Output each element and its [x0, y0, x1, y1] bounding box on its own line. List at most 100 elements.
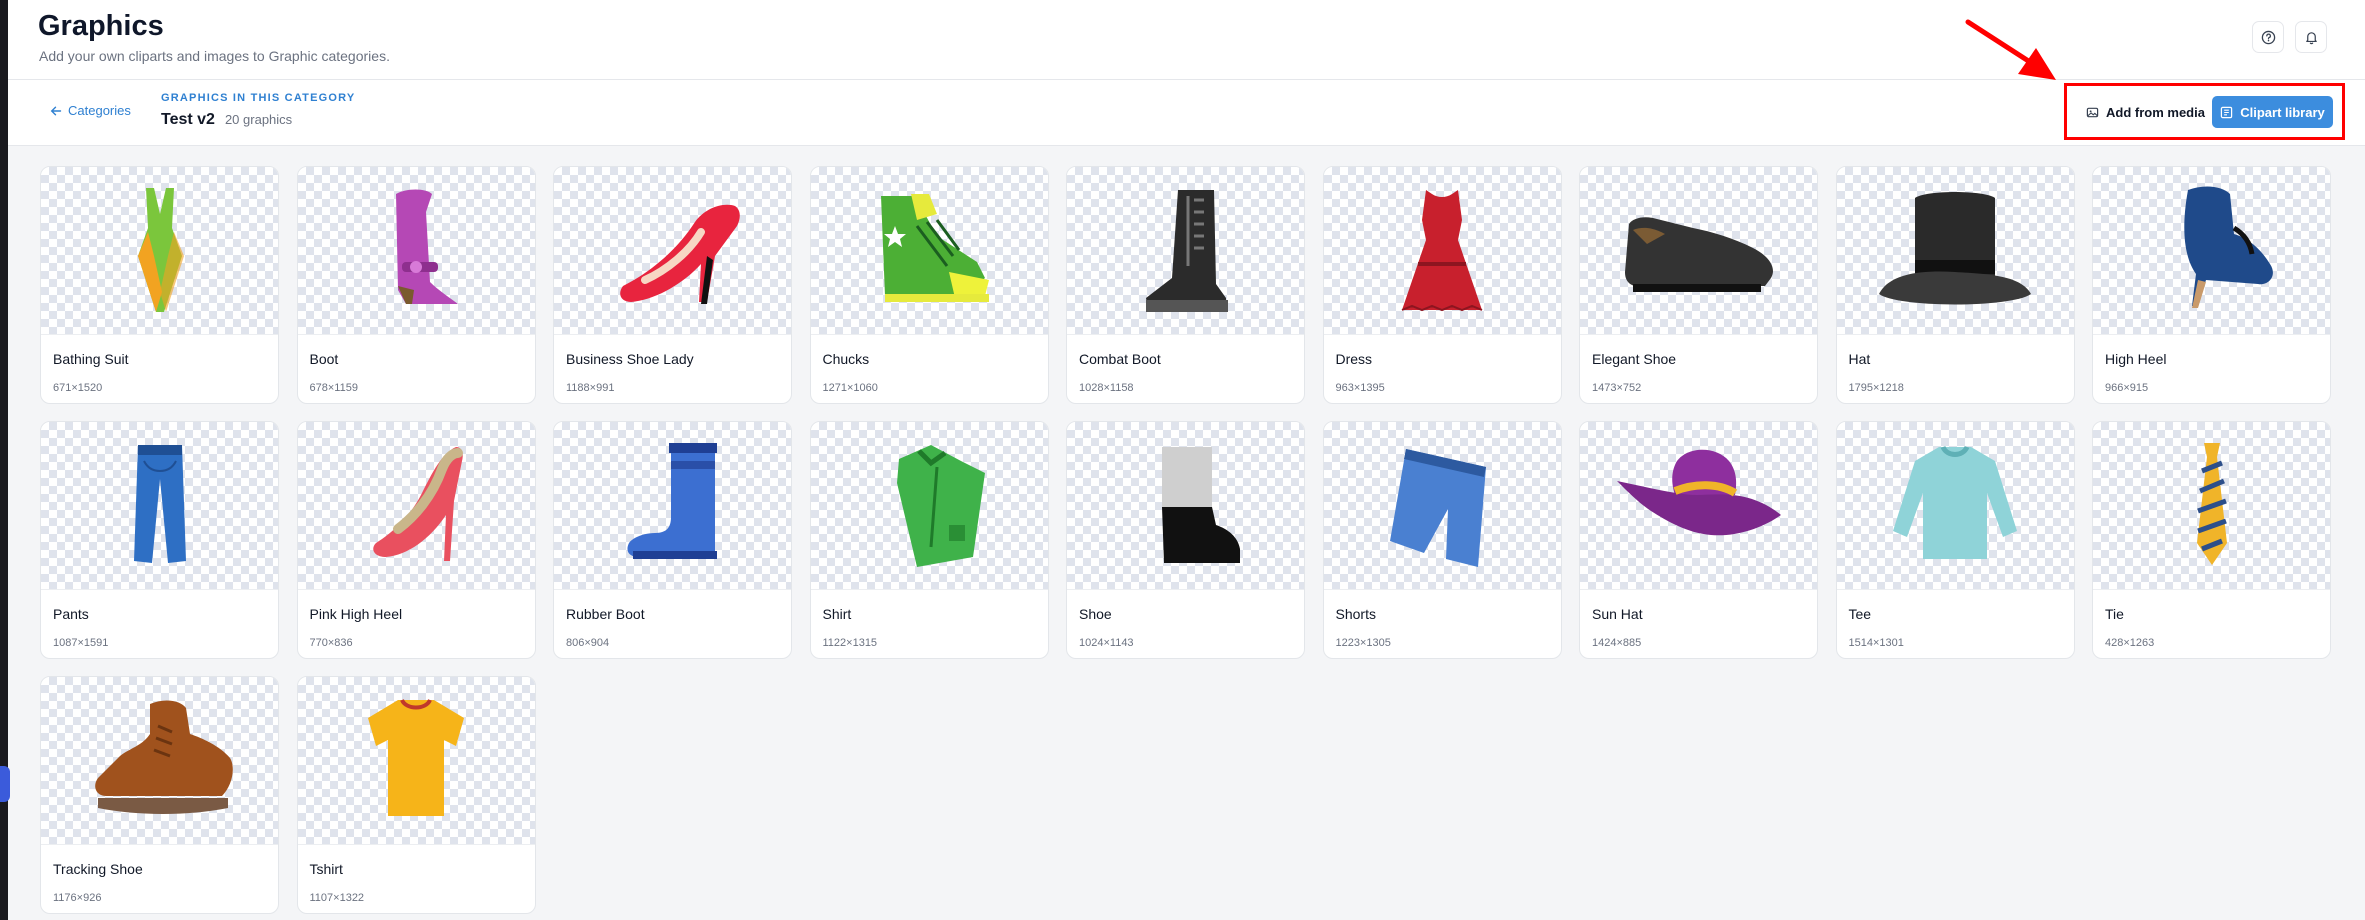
- graphic-thumbnail: [41, 167, 278, 335]
- graphic-name: Business Shoe Lady: [566, 351, 694, 367]
- graphic-thumbnail: [297, 167, 535, 335]
- graphic-name: Tracking Shoe: [53, 861, 143, 877]
- sidebar-toggle-handle[interactable]: [0, 766, 10, 802]
- add-from-media-label: Add from media: [2106, 104, 2205, 120]
- graphic-card[interactable]: Pink High Heel 770×836: [296, 421, 536, 659]
- graphic-dimensions: 1122×1315: [822, 637, 878, 649]
- graphic-name: Pink High Heel: [309, 606, 403, 622]
- graphic-card[interactable]: Bathing Suit 671×1520: [40, 166, 279, 404]
- graphic-name: Rubber Boot: [566, 606, 645, 622]
- graphic-dimensions: 966×915: [2105, 382, 2149, 394]
- pants-icon: [133, 444, 186, 563]
- graphic-card[interactable]: Shoe 1024×1143: [1066, 421, 1305, 659]
- graphic-dimensions: 1024×1143: [1079, 637, 1134, 649]
- graphic-thumbnail: [1323, 167, 1561, 335]
- graphic-thumbnail: [41, 677, 278, 845]
- graphic-dimensions: 1176×926: [53, 892, 102, 904]
- graphic-card[interactable]: High Heel 966×915: [2092, 166, 2331, 404]
- annotation-arrow-icon: [1965, 19, 2056, 80]
- help-button[interactable]: [2252, 21, 2284, 53]
- combat-boot-icon: [1145, 189, 1228, 312]
- graphic-dimensions: 671×1520: [53, 382, 103, 394]
- graphic-thumbnail: [810, 422, 1048, 590]
- graphic-name: Combat Boot: [1079, 351, 1161, 367]
- hat-icon: [1879, 191, 2031, 304]
- graphic-card[interactable]: Tracking Shoe 1176×926: [40, 676, 279, 914]
- graphic-thumbnail: [41, 422, 278, 590]
- graphic-card[interactable]: Elegant Shoe 1473×752: [1579, 166, 1818, 404]
- graphic-thumbnail: [810, 167, 1048, 335]
- graphic-card[interactable]: Pants 1087×1591: [40, 421, 279, 659]
- graphic-thumbnail: [297, 422, 535, 590]
- graphic-name: Tee: [1848, 606, 1872, 622]
- graphic-card[interactable]: Chucks 1271×1060: [809, 166, 1049, 404]
- graphic-dimensions: 428×1263: [2105, 637, 2155, 649]
- graphic-card[interactable]: Rubber Boot 806×904: [553, 421, 792, 659]
- graphic-card[interactable]: Hat 1795×1218: [1835, 166, 2075, 404]
- graphic-name: High Heel: [2105, 351, 2167, 367]
- graphic-card[interactable]: Shirt 1122×1315: [809, 421, 1049, 659]
- graphic-card[interactable]: Tshirt 1107×1322: [296, 676, 536, 914]
- library-icon: [2221, 106, 2233, 118]
- graphics-count: 20 graphics: [224, 112, 293, 127]
- business-shoe-lady-icon: [619, 204, 740, 304]
- bell-icon: [2305, 31, 2317, 44]
- bathing-suit-icon: [137, 187, 184, 312]
- clipart-library-button[interactable]: Clipart library: [2212, 96, 2333, 128]
- graphic-name: Dress: [1335, 351, 1373, 367]
- graphic-name: Shoe: [1079, 606, 1112, 622]
- page-subtitle: Add your own cliparts and images to Grap…: [39, 48, 390, 64]
- page-title: Graphics: [38, 10, 164, 42]
- notifications-button[interactable]: [2295, 21, 2327, 53]
- sun-hat-icon: [1616, 449, 1781, 535]
- back-to-categories-link[interactable]: Categories: [50, 103, 131, 118]
- graphic-dimensions: 1473×752: [1592, 382, 1642, 394]
- graphic-card[interactable]: Sun Hat 1424×885: [1579, 421, 1818, 659]
- graphic-thumbnail: [1580, 422, 1817, 590]
- graphic-dimensions: 1514×1301: [1848, 637, 1904, 649]
- category-heading: Test v2 20 graphics: [161, 111, 292, 129]
- tie-icon: [2196, 442, 2227, 565]
- graphic-name: Sun Hat: [1592, 606, 1643, 622]
- image-icon: [2086, 107, 2099, 117]
- graphic-dimensions: 1271×1060: [822, 382, 878, 394]
- graphic-dimensions: 963×1395: [1335, 382, 1385, 394]
- graphic-thumbnail: [1836, 422, 2074, 590]
- graphics-grid: Bathing Suit 671×1520 Boot 678×1159 Busi…: [40, 166, 2331, 914]
- graphic-card[interactable]: Shorts 1223×1305: [1322, 421, 1562, 659]
- help-icon: [2261, 30, 2275, 44]
- graphic-name: Pants: [53, 606, 89, 622]
- graphic-dimensions: 1188×991: [566, 382, 615, 394]
- graphic-dimensions: 770×836: [309, 637, 353, 649]
- chucks-icon: [881, 193, 989, 302]
- graphic-card[interactable]: Combat Boot 1028×1158: [1066, 166, 1305, 404]
- graphic-dimensions: 1107×1322: [309, 892, 365, 904]
- pink-high-heel-icon: [373, 446, 463, 561]
- graphic-name: Elegant Shoe: [1592, 351, 1677, 367]
- graphic-thumbnail: [297, 677, 535, 845]
- graphic-name: Shirt: [822, 606, 852, 622]
- graphic-card[interactable]: Tie 428×1263: [2092, 421, 2331, 659]
- graphic-thumbnail: [1067, 167, 1304, 335]
- graphic-card[interactable]: Business Shoe Lady 1188×991: [553, 166, 792, 404]
- graphic-name: Bathing Suit: [53, 351, 129, 367]
- graphic-thumbnail: [1323, 422, 1561, 590]
- graphic-name: Tshirt: [309, 861, 343, 877]
- graphic-dimensions: 1424×885: [1592, 637, 1642, 649]
- graphic-dimensions: 806×904: [566, 637, 610, 649]
- graphic-thumbnail: [2093, 422, 2330, 590]
- graphic-dimensions: 1795×1218: [1848, 382, 1904, 394]
- graphic-thumbnail: [554, 167, 791, 335]
- graphic-card[interactable]: Dress 963×1395: [1322, 166, 1562, 404]
- shoe-icon: [1161, 446, 1240, 563]
- clipart-library-label: Clipart library: [2240, 104, 2325, 120]
- graphic-card[interactable]: Tee 1514×1301: [1835, 421, 2075, 659]
- add-from-media-button[interactable]: Add from media: [2074, 96, 2217, 128]
- arrow-left-icon: [50, 106, 62, 115]
- graphic-name: Chucks: [822, 351, 870, 367]
- graphic-name: Tie: [2105, 606, 2124, 622]
- graphic-dimensions: 1223×1305: [1335, 637, 1391, 649]
- graphic-dimensions: 678×1159: [309, 382, 358, 394]
- graphic-thumbnail: [1067, 422, 1304, 590]
- graphic-card[interactable]: Boot 678×1159: [296, 166, 536, 404]
